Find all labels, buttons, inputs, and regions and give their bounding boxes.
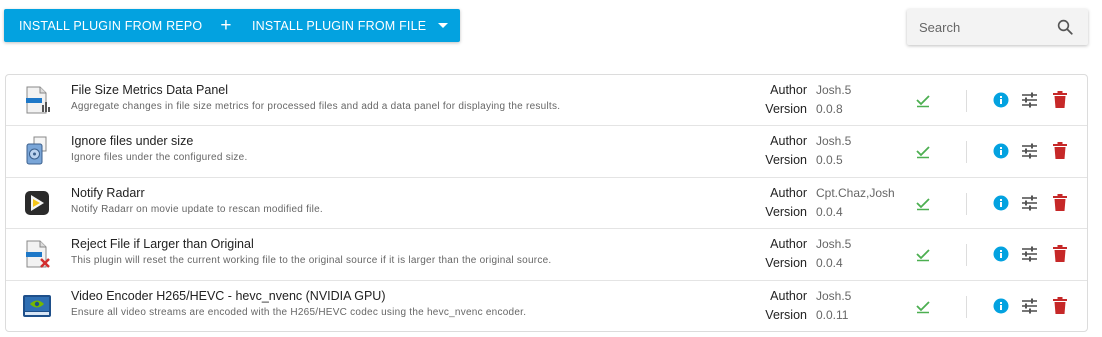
version-label: Version [765,204,807,219]
plugin-version: 0.0.5 [816,153,843,168]
plugin-title: Notify Radarr [71,185,145,200]
plugin-author: Josh.5 [816,288,852,303]
info-icon[interactable] [993,92,1009,108]
search-box [907,9,1088,45]
plugin-title: Video Encoder H265/HEVC - hevc_nvenc (NV… [71,288,386,303]
install-from-file-button[interactable]: INSTALL PLUGIN FROM FILE [238,9,460,42]
caret-down-icon [438,23,449,28]
plugin-version: 0.0.8 [816,102,843,116]
enabled-check-icon [916,198,930,211]
settings-sliders-icon[interactable] [1021,92,1038,108]
enabled-check-icon [916,249,930,262]
author-label: Author [770,134,807,149]
plugin-version: 0.0.4 [816,256,843,271]
install-from-file-label: INSTALL PLUGIN FROM FILE [252,18,427,33]
delete-trash-icon[interactable] [1053,193,1067,211]
delete-trash-icon[interactable] [1053,296,1067,314]
delete-trash-icon[interactable] [1053,91,1067,108]
version-label: Version [765,307,807,322]
plugin-author: Cpt.Chaz,Josh [816,185,895,200]
plugin-version: 0.0.11 [816,307,849,322]
plugin-row: Reject File if Larger than Original This… [6,229,1087,281]
settings-sliders-icon[interactable] [1021,143,1038,159]
nvidia-gpu-icon [23,294,51,317]
plugin-author: Josh.5 [816,83,852,97]
version-label: Version [765,256,807,271]
author-label: Author [770,83,807,97]
plugin-author: Josh.5 [816,237,852,252]
plugin-list: File Size Metrics Data Panel Aggregate c… [5,74,1088,332]
file-chart-icon [26,86,50,114]
search-icon[interactable] [1056,18,1074,36]
search-input[interactable] [907,19,1047,35]
install-toolbar: INSTALL PLUGIN FROM REPO + INSTALL PLUGI… [4,9,460,42]
version-label: Version [765,102,807,116]
delete-trash-icon[interactable] [1053,245,1067,263]
plugin-author: Josh.5 [816,134,852,149]
enabled-check-icon [916,300,930,313]
author-label: Author [770,185,807,200]
plugin-row: File Size Metrics Data Panel Aggregate c… [6,75,1087,127]
plugin-title: Ignore files under size [71,134,194,149]
divider [966,192,967,215]
divider [966,90,967,112]
divider [966,295,967,318]
plugin-description: Aggregate changes in file size metrics f… [71,101,561,112]
settings-sliders-icon[interactable] [1021,195,1038,211]
install-from-repo-label: INSTALL PLUGIN FROM REPO [19,18,203,33]
plugin-description: Ensure all video streams are encoded wit… [71,306,527,318]
info-icon[interactable] [993,143,1009,159]
settings-sliders-icon[interactable] [1021,246,1038,262]
plugin-row: Ignore files under size Ignore files und… [6,126,1087,178]
version-label: Version [765,153,807,168]
author-label: Author [770,237,807,252]
enabled-check-icon [916,146,930,159]
info-icon[interactable] [993,246,1009,262]
plugin-description: Ignore files under the configured size. [71,152,248,164]
author-label: Author [770,288,807,303]
info-icon[interactable] [993,298,1009,314]
install-from-repo-button[interactable]: INSTALL PLUGIN FROM REPO + [4,9,238,42]
settings-sliders-icon[interactable] [1021,298,1038,314]
plugin-row: Video Encoder H265/HEVC - hevc_nvenc (NV… [6,281,1087,332]
plugin-title: Reject File if Larger than Original [71,237,254,252]
divider [966,141,967,164]
radarr-icon [25,190,49,215]
plugin-description: Notify Radarr on movie update to rescan … [71,203,323,215]
file-reject-icon [26,240,50,269]
delete-trash-icon[interactable] [1053,142,1067,160]
plus-icon: + [220,15,232,36]
info-icon[interactable] [993,195,1009,211]
plugin-description: This plugin will reset the current worki… [71,255,552,267]
disk-files-icon [26,136,47,165]
plugin-title: File Size Metrics Data Panel [71,83,229,97]
enabled-check-icon [916,95,930,108]
plugin-row: Notify Radarr Notify Radarr on movie upd… [6,178,1087,230]
divider [966,244,967,267]
plugin-version: 0.0.4 [816,204,843,219]
